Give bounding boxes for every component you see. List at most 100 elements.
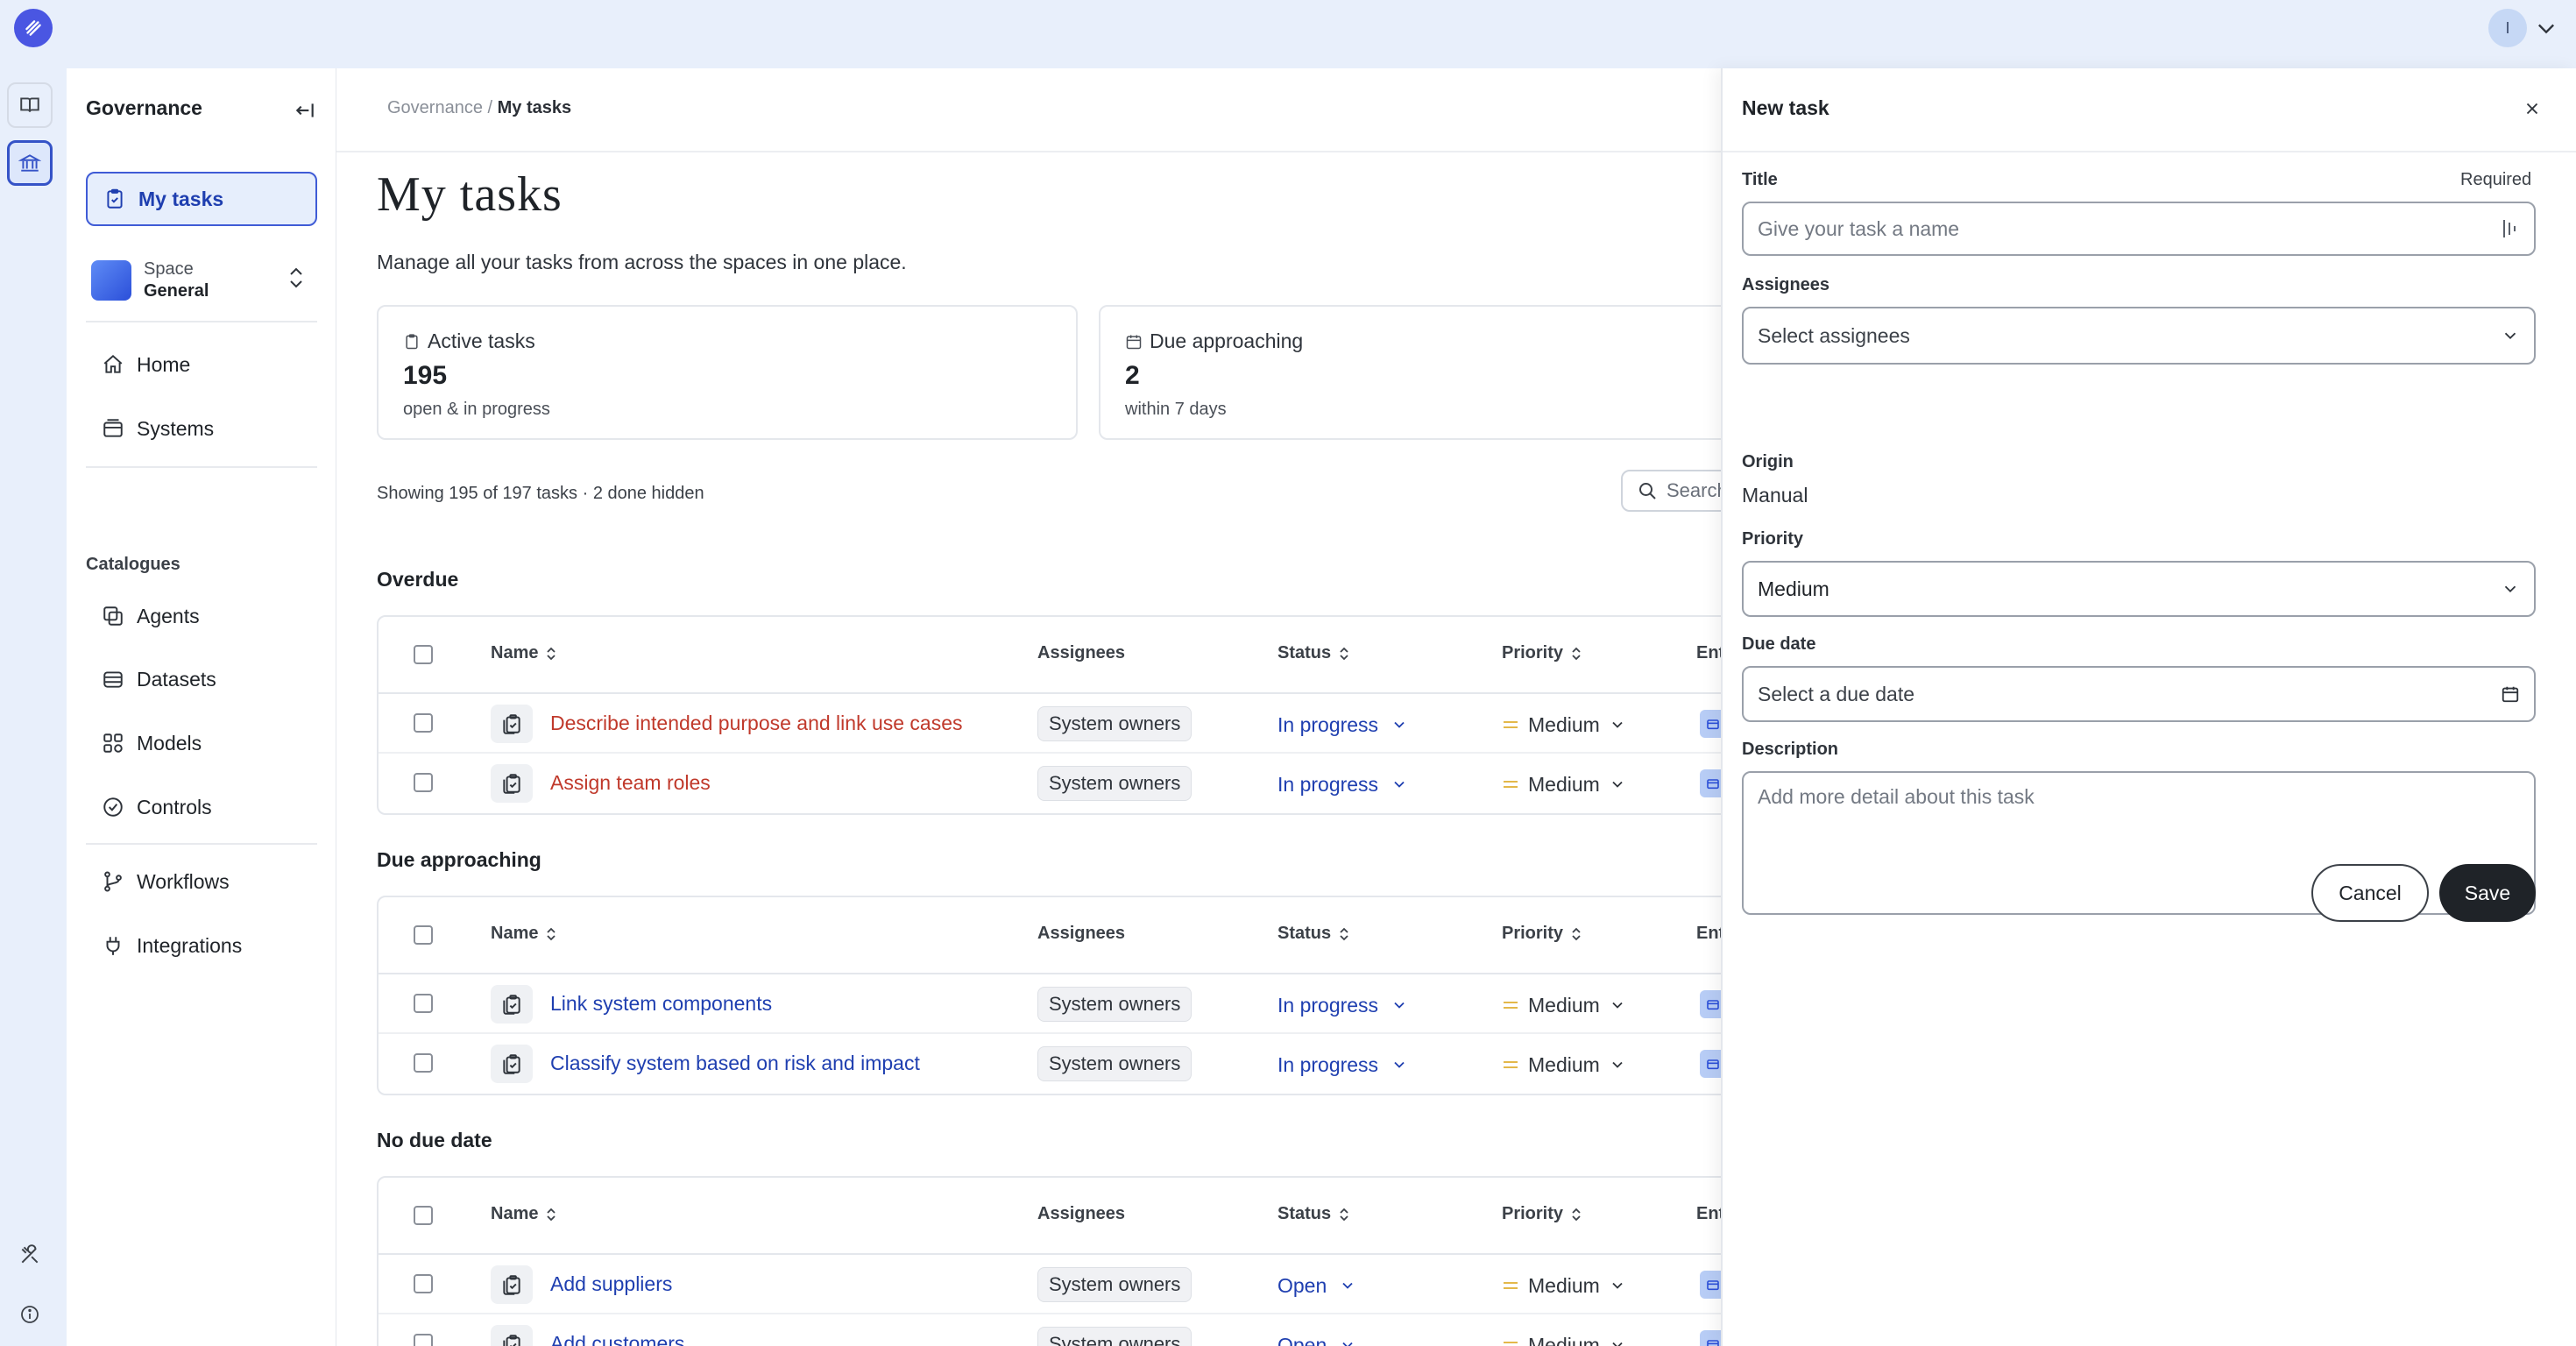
sidebar-item-systems[interactable]: Systems <box>102 409 214 448</box>
row-checkbox[interactable] <box>414 1334 433 1346</box>
select-all-checkbox[interactable] <box>414 925 433 945</box>
priority-dropdown[interactable]: Medium <box>1502 990 1626 1020</box>
rail-docs-button[interactable] <box>7 82 53 128</box>
column-header-status[interactable]: Status <box>1277 1204 1350 1224</box>
priority-dropdown[interactable]: Medium <box>1502 769 1626 799</box>
row-checkbox[interactable] <box>414 773 433 792</box>
sidebar-item-integrations[interactable]: Integrations <box>102 926 242 965</box>
cancel-button[interactable]: Cancel <box>2311 864 2429 922</box>
table-row[interactable]: Link system components System owners In pr… <box>379 974 1742 1034</box>
system-icon <box>1707 719 1719 730</box>
sort-icon[interactable] <box>1338 1206 1350 1223</box>
status-value: In progress <box>1277 772 1379 796</box>
close-icon <box>2526 103 2538 115</box>
column-header-priority[interactable]: Priority <box>1502 1204 1582 1224</box>
status-dropdown[interactable]: Open <box>1277 1271 1356 1300</box>
priority-dropdown[interactable]: Medium <box>1502 1050 1626 1080</box>
close-button[interactable] <box>2515 91 2550 126</box>
sidebar-item-label: Systems <box>137 416 215 440</box>
chevron-down-icon <box>1612 781 1623 788</box>
column-header-status[interactable]: Status <box>1277 924 1350 944</box>
sidebar-item-datasets[interactable]: Datasets <box>102 660 216 698</box>
sidebar-item-controls[interactable]: Controls <box>102 788 212 826</box>
priority-dropdown[interactable]: Medium <box>1502 1271 1626 1300</box>
table-row[interactable]: Assign team roles System owners In progres… <box>379 754 1742 813</box>
task-name-link[interactable]: Add customers <box>550 1332 684 1346</box>
row-checkbox[interactable] <box>414 1274 433 1293</box>
row-checkbox[interactable] <box>414 1053 433 1073</box>
sort-icon[interactable] <box>545 645 557 662</box>
row-checkbox[interactable] <box>414 994 433 1013</box>
search-icon <box>1639 483 1656 499</box>
column-header-name[interactable]: Name <box>491 643 557 663</box>
priority-select[interactable]: Medium <box>1742 561 2536 617</box>
space-name: General <box>144 281 209 301</box>
sidebar-collapse-button[interactable] <box>287 93 322 128</box>
user-menu-chevron-down-icon[interactable] <box>2534 16 2558 40</box>
sidebar-item-workflows[interactable]: Workflows <box>102 862 230 901</box>
column-header-name[interactable]: Name <box>491 924 557 944</box>
rail-info-button[interactable] <box>12 1297 47 1332</box>
origin-value: Manual <box>1742 484 1808 507</box>
task-name-link[interactable]: Add suppliers <box>550 1272 672 1296</box>
row-checkbox[interactable] <box>414 713 433 733</box>
task-icon <box>503 1275 520 1295</box>
sidebar-item-models[interactable]: Models <box>102 724 202 762</box>
space-selector[interactable]: Space General <box>91 249 319 312</box>
status-dropdown[interactable]: In progress <box>1277 710 1408 740</box>
column-header-name[interactable]: Name <box>491 1204 557 1224</box>
select-all-checkbox[interactable] <box>414 1206 433 1225</box>
app-logo-icon[interactable] <box>14 9 53 47</box>
table-row[interactable]: Classify system based on risk and impact… <box>379 1034 1742 1094</box>
breadcrumb-parent[interactable]: Governance <box>387 98 483 117</box>
title-input[interactable] <box>1758 216 2501 241</box>
table-row[interactable]: Add customers System owners Open Medium <box>379 1314 1742 1346</box>
priority-dropdown[interactable]: Medium <box>1502 1330 1626 1346</box>
table-row[interactable]: Add suppliers System owners Open Medium <box>379 1255 1742 1314</box>
select-all-checkbox[interactable] <box>414 645 433 664</box>
task-name-link[interactable]: Classify system based on risk and impact <box>550 1052 920 1075</box>
sort-icon[interactable] <box>1338 645 1350 662</box>
home-icon <box>103 354 123 373</box>
workflow-icon <box>104 871 122 892</box>
sidebar-item-home[interactable]: Home <box>102 345 190 384</box>
sort-icon[interactable] <box>1338 925 1350 943</box>
bank-icon <box>18 154 41 172</box>
task-name-link[interactable]: Assign team roles <box>550 771 711 795</box>
column-header-status[interactable]: Status <box>1277 643 1350 663</box>
sidebar-item-my-tasks[interactable]: My tasks <box>86 172 317 226</box>
system-icon <box>1707 1059 1719 1070</box>
user-avatar-initial: I <box>2505 18 2510 37</box>
status-dropdown[interactable]: In progress <box>1277 990 1408 1020</box>
sort-icon[interactable] <box>545 1206 557 1223</box>
priority-medium-icon <box>1504 1342 1518 1343</box>
priority-value: Medium <box>1528 772 1600 796</box>
chevron-down-icon <box>1342 1282 1353 1289</box>
stat-label-text: Active tasks <box>428 329 535 352</box>
assignees-select[interactable]: Select assignees <box>1742 307 2536 365</box>
chevron-down-icon <box>1612 721 1623 728</box>
priority-value: Medium <box>1758 577 1829 600</box>
sidebar-item-agents[interactable]: Agents <box>102 597 200 635</box>
status-dropdown[interactable]: Open <box>1277 1330 1356 1346</box>
due-date-picker[interactable]: Select a due date <box>1742 666 2536 722</box>
status-dropdown[interactable]: In progress <box>1277 1050 1408 1080</box>
column-header-priority[interactable]: Priority <box>1502 643 1582 663</box>
save-button[interactable]: Save <box>2439 864 2536 922</box>
sort-icon[interactable] <box>1570 645 1582 662</box>
status-dropdown[interactable]: In progress <box>1277 769 1408 799</box>
chevron-up-down-icon[interactable] <box>286 265 314 296</box>
rail-tools-button[interactable] <box>12 1237 47 1272</box>
sort-icon[interactable] <box>1570 925 1582 943</box>
table-row[interactable]: Describe intended purpose and link use c… <box>379 694 1742 754</box>
user-avatar[interactable]: I <box>2488 9 2527 47</box>
priority-dropdown[interactable]: Medium <box>1502 710 1626 740</box>
task-name-link[interactable]: Link system components <box>550 992 772 1016</box>
rail-governance-button[interactable] <box>7 140 53 186</box>
task-name-link[interactable]: Describe intended purpose and link use c… <box>550 712 963 735</box>
sort-icon[interactable] <box>545 925 557 943</box>
system-icon <box>1707 1000 1719 1010</box>
sort-icon[interactable] <box>1570 1206 1582 1223</box>
column-header-priority[interactable]: Priority <box>1502 924 1582 944</box>
system-icon <box>1707 779 1719 790</box>
